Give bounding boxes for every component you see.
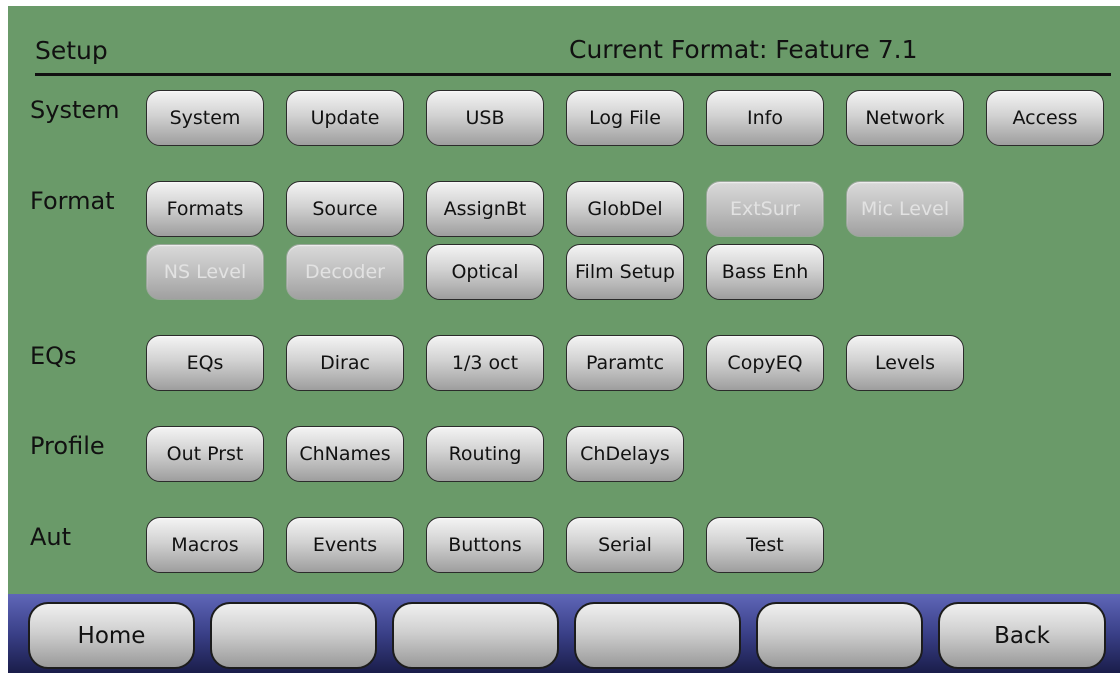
third-octave-button[interactable]: 1/3 oct xyxy=(426,335,544,391)
film-setup-button[interactable]: Film Setup xyxy=(566,244,684,300)
page-title: Setup xyxy=(35,36,108,65)
row-label-system: System xyxy=(30,96,120,124)
usb-button[interactable]: USB xyxy=(426,90,544,146)
home-button[interactable]: Home xyxy=(28,602,195,669)
routing-button[interactable]: Routing xyxy=(426,426,544,482)
globdel-button[interactable]: GlobDel xyxy=(566,181,684,237)
buttons-button[interactable]: Buttons xyxy=(426,517,544,573)
current-format-status: Current Format: Feature 7.1 xyxy=(569,35,918,64)
row-label-profile: Profile xyxy=(30,432,105,460)
row-label-aut: Aut xyxy=(30,523,72,551)
serial-button[interactable]: Serial xyxy=(566,517,684,573)
copyeq-button[interactable]: CopyEQ xyxy=(706,335,824,391)
extsurr-button[interactable]: ExtSurr xyxy=(706,181,824,237)
eqs-button[interactable]: EQs xyxy=(146,335,264,391)
header: Setup Current Format: Feature 7.1 xyxy=(8,6,1120,78)
bass-enh-button[interactable]: Bass Enh xyxy=(706,244,824,300)
assignbt-button[interactable]: AssignBt xyxy=(426,181,544,237)
header-divider xyxy=(35,73,1111,76)
mic-level-button[interactable]: Mic Level xyxy=(846,181,964,237)
events-button[interactable]: Events xyxy=(286,517,404,573)
out-prst-button[interactable]: Out Prst xyxy=(146,426,264,482)
decoder-button[interactable]: Decoder xyxy=(286,244,404,300)
macros-button[interactable]: Macros xyxy=(146,517,264,573)
setup-screen: Setup Current Format: Feature 7.1 System… xyxy=(8,6,1120,594)
nav-blank-button-2[interactable] xyxy=(392,602,559,669)
source-button[interactable]: Source xyxy=(286,181,404,237)
chnames-button[interactable]: ChNames xyxy=(286,426,404,482)
row-label-format: Format xyxy=(30,187,115,215)
access-button[interactable]: Access xyxy=(986,90,1104,146)
back-button[interactable]: Back xyxy=(938,602,1106,669)
bottom-nav-bar: Home Back xyxy=(8,594,1120,673)
log-file-button[interactable]: Log File xyxy=(566,90,684,146)
update-button[interactable]: Update xyxy=(286,90,404,146)
formats-button[interactable]: Formats xyxy=(146,181,264,237)
nav-blank-button-1[interactable] xyxy=(210,602,377,669)
optical-button[interactable]: Optical xyxy=(426,244,544,300)
row-label-eqs: EQs xyxy=(30,342,77,370)
dirac-button[interactable]: Dirac xyxy=(286,335,404,391)
nav-blank-button-4[interactable] xyxy=(756,602,923,669)
chdelays-button[interactable]: ChDelays xyxy=(566,426,684,482)
system-button[interactable]: System xyxy=(146,90,264,146)
levels-button[interactable]: Levels xyxy=(846,335,964,391)
ns-level-button[interactable]: NS Level xyxy=(146,244,264,300)
info-button[interactable]: Info xyxy=(706,90,824,146)
paramtc-button[interactable]: Paramtc xyxy=(566,335,684,391)
network-button[interactable]: Network xyxy=(846,90,964,146)
test-button[interactable]: Test xyxy=(706,517,824,573)
nav-blank-button-3[interactable] xyxy=(574,602,741,669)
